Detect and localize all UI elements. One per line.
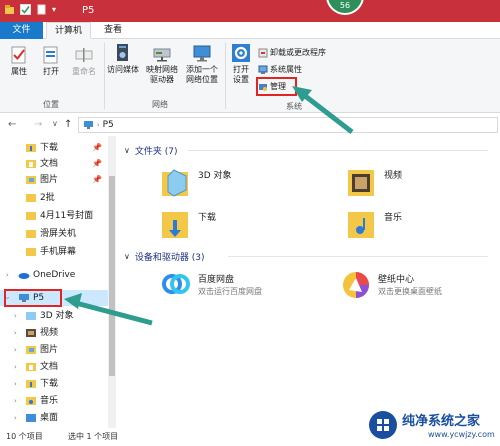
arrow-to-manage: [292, 86, 354, 134]
site-logo-icon: [369, 411, 397, 439]
watermark-url: www.ycwjzy.com: [428, 430, 495, 439]
watermark: 纯净系统之家 www.ycwjzy.com: [362, 404, 500, 446]
arrow-to-this-pc: [64, 293, 153, 326]
annotation-arrows: [64, 86, 354, 326]
watermark-name: 纯净系统之家: [402, 414, 481, 429]
